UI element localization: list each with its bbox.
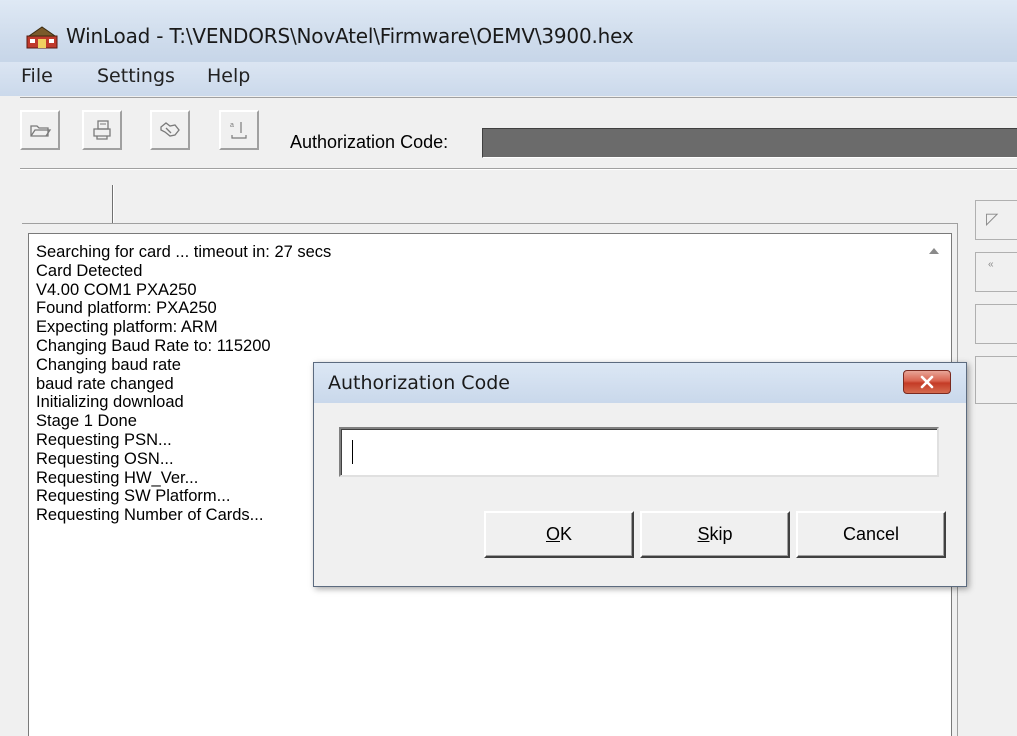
- scroll-up-arrow-icon[interactable]: [929, 248, 939, 254]
- ok-label-rest: K: [560, 524, 573, 544]
- dialog-close-button[interactable]: [903, 370, 951, 394]
- log-line: Requesting Number of Cards...: [36, 506, 264, 525]
- authorize-icon: ◸: [986, 211, 999, 228]
- log-lines: Searching for card ... timeout in: 27 se…: [36, 243, 331, 525]
- toolbar-divider-highlight: [20, 169, 1017, 170]
- ok-button[interactable]: OK: [484, 511, 634, 558]
- log-line: Stage 1 Done: [36, 412, 137, 431]
- menu-bar: File Settings Help: [0, 62, 1017, 96]
- cancel-button[interactable]: Cancel: [796, 511, 946, 558]
- skip-mnemonic: S: [697, 524, 710, 544]
- close-icon: [920, 375, 934, 389]
- log-line: Found platform: PXA250: [36, 299, 217, 318]
- log-line: Searching for card ... timeout in: 27 se…: [36, 243, 332, 261]
- log-line: Expecting platform: ARM: [36, 318, 218, 337]
- print-icon: [93, 120, 111, 140]
- menu-file[interactable]: File: [21, 65, 53, 87]
- log-line: Changing Baud Rate to: 115200: [36, 336, 271, 355]
- cancel-label: Cancel: [842, 524, 900, 544]
- authorization-code-dialog: Authorization Code OK Skip Cancel: [313, 362, 967, 587]
- panel-border-top: [22, 223, 958, 224]
- log-line: Requesting HW_Ver...: [36, 468, 199, 487]
- side-button-3[interactable]: [975, 304, 1017, 344]
- log-line: Requesting OSN...: [36, 449, 174, 468]
- window-title: WinLoad - T:\VENDORS\NovAtel\Firmware\OE…: [66, 24, 634, 48]
- print-button[interactable]: [82, 110, 122, 150]
- log-line: Requesting PSN...: [36, 430, 172, 449]
- log-line: Initializing download: [36, 393, 184, 412]
- erase-icon: a: [230, 122, 247, 139]
- side-button-4[interactable]: [975, 356, 1017, 404]
- authorize-button[interactable]: [150, 110, 190, 150]
- authorization-code-input[interactable]: [339, 427, 939, 477]
- log-line: Changing baud rate: [36, 355, 181, 374]
- side-erase-button[interactable]: «: [975, 252, 1017, 292]
- open-folder-button[interactable]: [20, 110, 60, 150]
- skip-label-rest: kip: [709, 524, 733, 544]
- svg-text:a: a: [230, 122, 234, 129]
- authorization-code-label: Authorization Code:: [290, 132, 449, 152]
- log-line: Card Detected: [36, 261, 143, 280]
- log-line: baud rate changed: [36, 374, 174, 393]
- open-folder-icon: [30, 125, 52, 137]
- menu-settings[interactable]: Settings: [97, 65, 175, 87]
- ok-mnemonic: O: [545, 524, 560, 544]
- dialog-title: Authorization Code: [328, 372, 510, 394]
- authorize-icon: [160, 122, 180, 137]
- text-caret: [352, 440, 353, 464]
- erase-button[interactable]: a: [219, 110, 259, 150]
- erase-icon: «: [988, 259, 994, 270]
- skip-button[interactable]: Skip: [640, 511, 790, 558]
- winload-app-icon: [26, 26, 58, 49]
- menu-help[interactable]: Help: [207, 65, 250, 87]
- authorization-code-field[interactable]: [482, 128, 1017, 158]
- log-line: Requesting SW Platform...: [36, 487, 231, 506]
- side-authorize-button[interactable]: ◸: [975, 200, 1017, 240]
- tab-separator-highlight: [113, 185, 114, 223]
- window-titlebar[interactable]: WinLoad - T:\VENDORS\NovAtel\Firmware\OE…: [0, 0, 1017, 64]
- dialog-titlebar[interactable]: Authorization Code: [314, 363, 966, 403]
- log-line: V4.00 COM1 PXA250: [36, 280, 197, 299]
